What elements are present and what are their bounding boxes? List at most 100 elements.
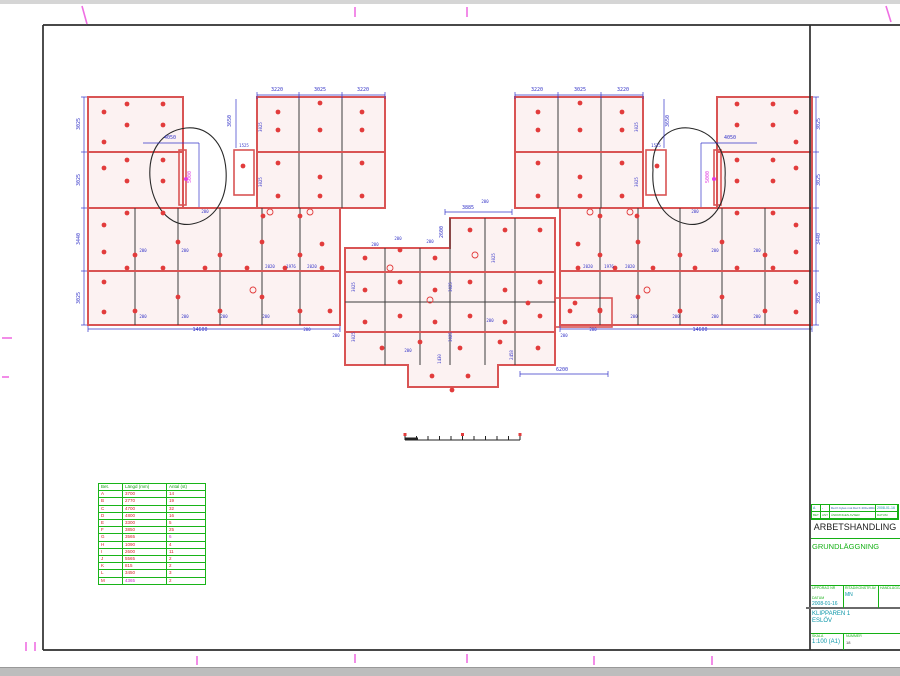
pile-marker — [360, 110, 365, 115]
table-cell: 32 — [167, 505, 206, 512]
table-row: M43652 — [99, 577, 206, 584]
pile-marker — [418, 340, 423, 345]
table-cell: 16 — [167, 512, 206, 519]
pile-marker — [720, 295, 725, 300]
pile-marker — [794, 280, 799, 285]
pile-marker — [620, 161, 625, 166]
pile-marker — [735, 158, 740, 163]
pile-marker — [125, 211, 130, 216]
divider — [811, 538, 900, 539]
dimension-label: 200 — [672, 314, 680, 319]
pile-marker — [468, 228, 473, 233]
pile-marker — [771, 102, 776, 107]
pile-marker — [536, 346, 541, 351]
pile-marker — [568, 309, 573, 314]
dimension-label: 200 — [394, 236, 402, 241]
pile-marker — [380, 346, 385, 351]
pile-marker — [433, 320, 438, 325]
nummer-label: NUMMER — [846, 634, 862, 638]
pile-marker — [102, 223, 107, 228]
pile-marker — [102, 110, 107, 115]
pile-marker — [771, 211, 776, 216]
dimension-label: 14600 — [192, 327, 207, 333]
pile-marker — [771, 123, 776, 128]
table-cell: 3 — [167, 570, 206, 577]
pile-marker — [578, 175, 583, 180]
divider — [878, 585, 879, 608]
table-header-cell: Antal (st) — [167, 484, 206, 491]
pile-marker — [693, 266, 698, 271]
pile-marker — [318, 194, 323, 199]
table-cell: 4365 — [123, 577, 167, 584]
pile-marker — [636, 240, 641, 245]
dimension-label: 3025 — [258, 122, 263, 132]
pile-marker — [276, 161, 281, 166]
dimension-label: 1525 — [239, 143, 249, 148]
pile-marker — [218, 253, 223, 258]
dimension-label: 3025 — [76, 118, 82, 130]
pile-marker — [328, 309, 333, 314]
dimension-label: 1430 — [437, 354, 442, 364]
dimension-label: 200 — [332, 333, 340, 338]
pile-marker — [125, 158, 130, 163]
dimension-label: 3025 — [448, 282, 453, 292]
pile-marker — [133, 309, 138, 314]
pile-marker — [360, 194, 365, 199]
plan-line — [82, 6, 87, 24]
table-row: H10904 — [99, 541, 206, 548]
dimension-label: 3025 — [351, 282, 356, 292]
dimension-label: 4050 — [164, 135, 176, 141]
dimension-label: 3025 — [258, 177, 263, 187]
revision-col-ant: ANT — [821, 512, 830, 519]
beam-rect — [234, 150, 254, 195]
dimension-label: 3220 — [271, 87, 283, 93]
dimension-label: 200 — [426, 239, 434, 244]
dimension-label: 3885 — [462, 205, 474, 211]
table-cell: G — [99, 534, 123, 541]
ritad-label: RITAD/KONSTR AV — [845, 586, 876, 590]
pile-marker — [102, 310, 107, 315]
pile-marker — [794, 110, 799, 115]
pile-marker — [398, 248, 403, 253]
pile-marker — [598, 253, 603, 258]
table-cell: 2600 — [123, 548, 167, 555]
table-cell: 4800 — [123, 512, 167, 519]
pile-marker — [620, 128, 625, 133]
dimension-label: 6200 — [556, 367, 568, 373]
dimension-label: 3025 — [634, 177, 639, 187]
pile-marker — [771, 266, 776, 271]
pile-marker — [161, 158, 166, 163]
dimension-label: 2020 — [307, 264, 317, 269]
dimension-label: 2020 — [625, 264, 635, 269]
pile-marker — [161, 211, 166, 216]
pile-marker — [576, 266, 581, 271]
drawing-title: GRUNDLÄGGNING — [812, 542, 879, 551]
dimension-label: 3440 — [76, 233, 82, 245]
pile-marker — [720, 240, 725, 245]
pile-marker — [102, 166, 107, 171]
dimension-label: 200 — [589, 327, 597, 332]
dimension-label: 200 — [181, 248, 189, 253]
pile-marker — [620, 110, 625, 115]
beam-rect — [88, 152, 183, 208]
scale-bar-fill — [405, 438, 418, 441]
pile-marker — [651, 266, 656, 271]
table-row: E33005 — [99, 520, 206, 527]
dimension-label: 4050 — [724, 135, 736, 141]
pile-marker — [735, 266, 740, 271]
pile-marker — [678, 309, 683, 314]
dimension-label: 3025 — [448, 332, 453, 342]
revision-marker — [712, 177, 716, 181]
dimension-label: 1525 — [651, 143, 661, 148]
pile-marker — [794, 310, 799, 315]
table-cell: 5 — [167, 520, 206, 527]
divider — [843, 585, 844, 608]
table-cell: A — [99, 491, 123, 498]
pile-marker — [363, 288, 368, 293]
pile-marker — [102, 280, 107, 285]
pile-marker — [298, 253, 303, 258]
pile-marker — [430, 374, 435, 379]
nummer-value: 18 — [846, 640, 850, 645]
pile-marker — [276, 194, 281, 199]
pile-marker — [468, 280, 473, 285]
